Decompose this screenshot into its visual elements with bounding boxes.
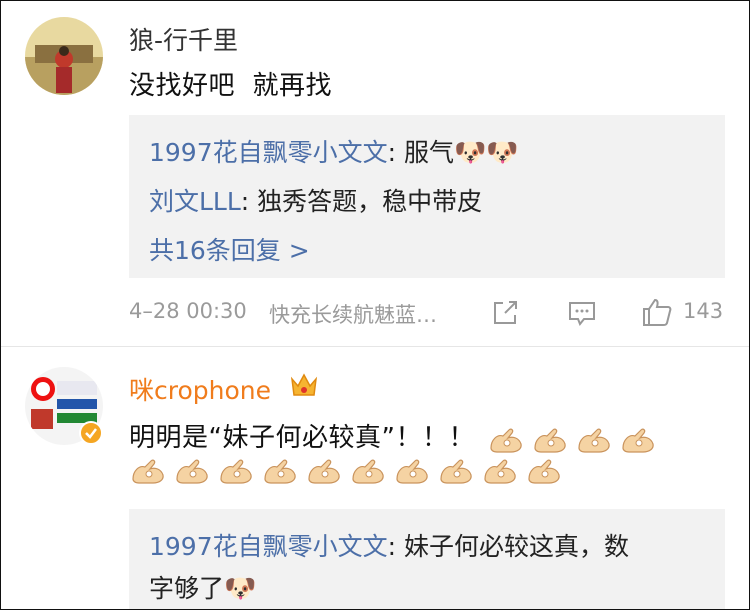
ok-hand-emoji-icon: [352, 459, 384, 484]
hand-emoji-row: [487, 423, 663, 453]
comment-username[interactable]: 咪crophone: [129, 371, 271, 407]
reply-text: : 妹子何必较这真，数: [387, 532, 629, 561]
ok-hand-emoji-icon: [490, 428, 522, 453]
share-icon[interactable]: [491, 299, 519, 327]
reply-box[interactable]: 1997花自飘零小文文: 服气🐶🐶 刘文LLL: 独秀答题，稳中带皮 共16条回…: [129, 115, 725, 278]
ok-hand-emoji-icon: [176, 459, 208, 484]
reply-item[interactable]: 刘文LLL: 独秀答题，稳中带皮: [149, 182, 482, 218]
ok-hand-emoji-icon: [132, 459, 164, 484]
ok-hand-emoji-icon: [622, 428, 654, 453]
reply-box[interactable]: 1997花自飘零小文文: 妹子何必较这真，数 字够了🐶: [129, 509, 725, 609]
dog-emoji-icon: 🐶: [224, 574, 257, 604]
ok-hand-emoji-icon: [396, 459, 428, 484]
reply-text: 字够了: [149, 574, 225, 603]
comment-text: 明明是“妹子何必较真”！！！: [129, 417, 663, 454]
comment-time: 4–28 00:30: [129, 299, 247, 323]
crown-icon: [290, 373, 318, 396]
reply-item[interactable]: 1997花自飘零小文文: 服气🐶🐶: [149, 133, 519, 169]
dog-emoji-icon: 🐶: [486, 138, 519, 168]
divider: [1, 346, 749, 347]
dog-emoji-icon: 🐶: [454, 138, 487, 168]
comment-text-content: 明明是“妹子何必较真”！！！: [129, 423, 475, 453]
ok-hand-emoji-icon: [308, 459, 340, 484]
reply-username[interactable]: 刘文LLL: [149, 187, 241, 216]
comment-source: 快充长续航魅蓝…: [269, 303, 437, 327]
ok-hand-emoji-icon: [440, 459, 472, 484]
ok-hand-emoji-icon: [528, 459, 560, 484]
reply-item-continuation: 字够了🐶: [149, 569, 256, 605]
ok-hand-emoji-icon: [220, 459, 252, 484]
ok-hand-emoji-icon: [534, 428, 566, 453]
more-replies-link[interactable]: 共16条回复 >: [149, 231, 310, 267]
ok-hand-emoji-icon: [264, 459, 296, 484]
comment-icon[interactable]: [567, 299, 597, 327]
ok-hand-emoji-icon: [484, 459, 516, 484]
avatar[interactable]: [25, 17, 103, 95]
reply-item[interactable]: 1997花自飘零小文文: 妹子何必较这真，数: [149, 527, 629, 563]
reply-username[interactable]: 1997花自飘零小文文: [149, 532, 388, 561]
like-icon[interactable]: [641, 297, 673, 327]
comment-text: 没找好吧 就再找: [129, 71, 333, 101]
reply-text: : 服气: [387, 138, 454, 167]
verified-badge-icon: [79, 421, 103, 445]
comment-username[interactable]: 狼-行千里: [129, 21, 238, 57]
reply-text: : 独秀答题，稳中带皮: [240, 187, 483, 216]
hand-emoji-row: [129, 455, 569, 485]
like-count: 143: [683, 299, 724, 323]
reply-username[interactable]: 1997花自飘零小文文: [149, 138, 388, 167]
ok-hand-emoji-icon: [578, 428, 610, 453]
comment-feed: 狼-行千里 没找好吧 就再找 1997花自飘零小文文: 服气🐶🐶 刘文LLL: …: [0, 0, 750, 610]
